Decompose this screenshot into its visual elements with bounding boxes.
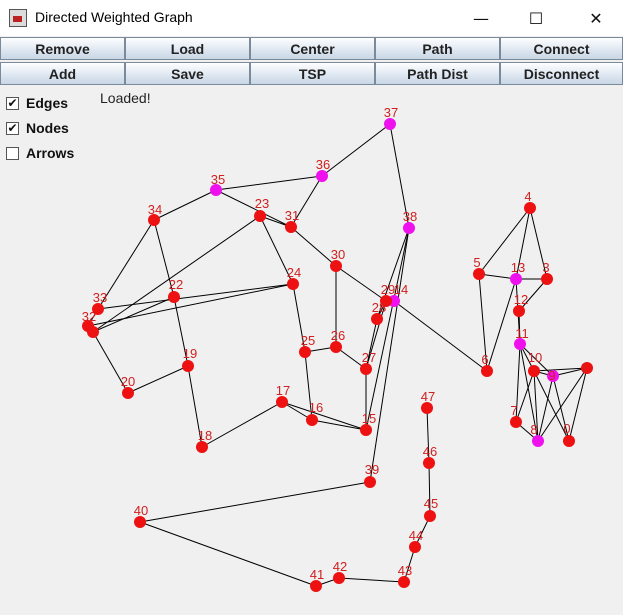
edge — [87, 283, 294, 327]
node-label: 25 — [301, 333, 315, 348]
node-label: 32 — [82, 309, 96, 324]
edge — [568, 367, 588, 442]
node-label: 15 — [362, 411, 376, 426]
edge — [139, 521, 317, 587]
node-label: 24 — [287, 265, 301, 280]
node-label: 38 — [403, 209, 417, 224]
edge — [92, 215, 261, 333]
edge — [537, 375, 554, 442]
edge — [486, 278, 517, 372]
node-label: 1 — [581, 360, 588, 375]
node-label: 44 — [409, 528, 423, 543]
node-label: 17 — [276, 383, 290, 398]
edge — [281, 401, 367, 431]
edge — [215, 189, 292, 228]
node-label: 0 — [563, 421, 570, 436]
node-label: 29 — [381, 282, 395, 297]
node-label: 4 — [524, 189, 531, 204]
graph-canvas[interactable]: 013456789101112131415161718192022232425 2… — [0, 0, 623, 615]
edge — [201, 401, 283, 448]
node-label: 31 — [285, 208, 299, 223]
node-label: 6 — [481, 352, 488, 367]
node-label: 11 — [515, 326, 529, 341]
node-label: 47 — [421, 389, 435, 404]
graph-node[interactable] — [254, 210, 266, 222]
node-label: 36 — [316, 157, 330, 172]
node-label: 26 — [331, 328, 345, 343]
node-label: 20 — [121, 374, 135, 389]
edge — [365, 227, 410, 431]
edge — [215, 175, 323, 191]
node-label: 27 — [362, 350, 376, 365]
node-label: 39 — [365, 462, 379, 477]
edge — [338, 577, 405, 583]
node-label: 43 — [398, 563, 412, 578]
node-label: 16 — [309, 400, 323, 415]
edge — [153, 189, 217, 221]
edge — [335, 265, 387, 302]
node-label: 22 — [169, 277, 183, 292]
node-label: 3 — [542, 260, 549, 275]
graph-node[interactable] — [364, 476, 376, 488]
edge — [97, 283, 294, 310]
node-label: 23 — [255, 196, 269, 211]
node-label: 33 — [93, 290, 107, 305]
graph-node[interactable] — [306, 414, 318, 426]
graph-node[interactable] — [182, 360, 194, 372]
node-label: 35 — [211, 172, 225, 187]
node-label: 8 — [530, 422, 537, 437]
node-label: 45 — [424, 496, 438, 511]
node-label: 46 — [423, 444, 437, 459]
graph-node[interactable] — [528, 365, 540, 377]
node-label: 28 — [372, 300, 386, 315]
node-label: 37 — [384, 105, 398, 120]
node-label: 10 — [528, 350, 542, 365]
graph-node[interactable] — [563, 435, 575, 447]
edge — [139, 481, 371, 523]
graph-node[interactable] — [168, 291, 180, 303]
edge — [290, 226, 337, 267]
node-label: 42 — [333, 559, 347, 574]
edge — [393, 300, 488, 372]
node-label: 18 — [198, 428, 212, 443]
graph-node[interactable] — [424, 510, 436, 522]
edge — [321, 123, 391, 177]
node-label: 9 — [548, 368, 555, 383]
node-label: 41 — [310, 567, 324, 582]
edge — [127, 365, 189, 394]
node-label: 7 — [510, 403, 517, 418]
node-label: 19 — [183, 346, 197, 361]
node-label: 5 — [473, 255, 480, 270]
node-label: 30 — [331, 247, 345, 262]
node-label: 34 — [148, 202, 162, 217]
graph-node[interactable] — [87, 326, 99, 338]
node-label: 14 — [394, 282, 408, 297]
node-label: 40 — [134, 503, 148, 518]
node-label: 12 — [514, 292, 528, 307]
node-label: 13 — [511, 260, 525, 275]
